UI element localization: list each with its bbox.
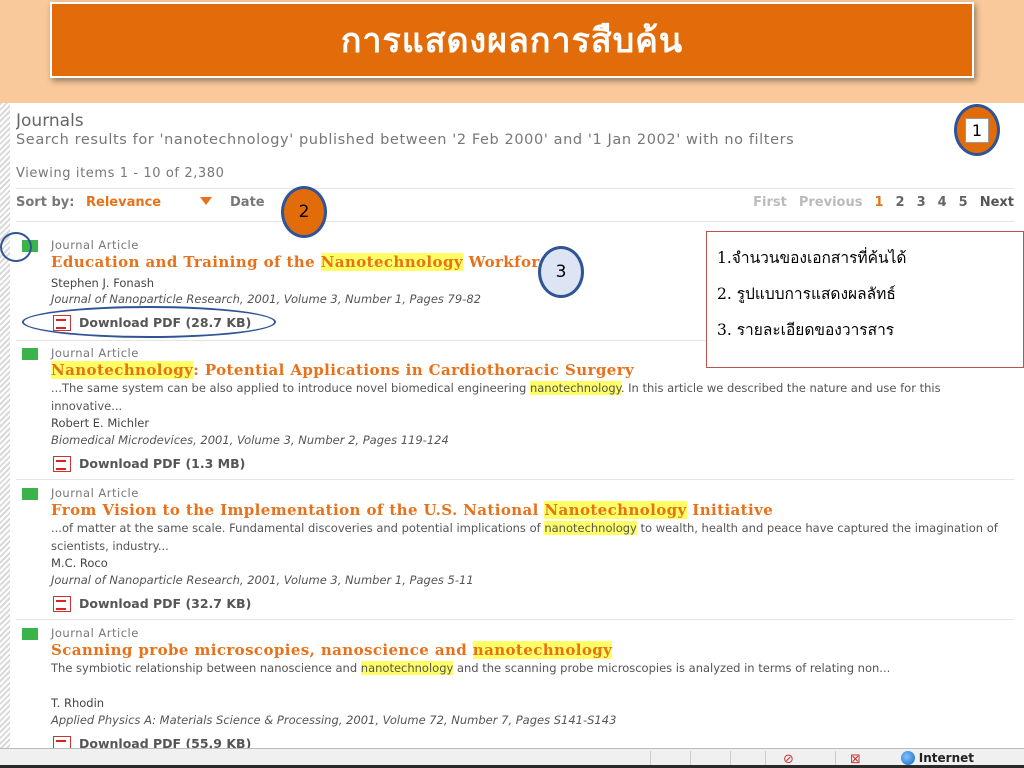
sort-down-arrow-icon[interactable]	[200, 197, 212, 205]
result-author: M.C. Roco	[51, 556, 108, 570]
download-pdf-link[interactable]: Download PDF (55.9 KB)	[51, 735, 251, 748]
title-highlight: nanotechnology	[472, 641, 613, 659]
sort-label: Sort by:	[16, 195, 75, 210]
result-title-link[interactable]: From Vision to the Implementation of the…	[51, 501, 773, 519]
sort-relevance-link[interactable]: Relevance	[86, 195, 161, 210]
result-count: Viewing items 1 - 10 of 2,380	[16, 166, 225, 181]
download-pdf-link[interactable]: Download PDF (1.3 MB)	[51, 455, 246, 472]
divider	[16, 188, 1014, 189]
browser-viewport: Journals Search results for 'nanotechnol…	[0, 103, 1024, 768]
pagination: First Previous 1 2 3 4 5 Next	[753, 195, 1014, 210]
result-author: T. Rhodin	[51, 696, 105, 710]
snippet-highlight: nanotechnology	[544, 521, 637, 535]
result-type: Journal Article	[51, 626, 139, 640]
annotation-ring-marker	[0, 232, 32, 262]
search-description: Search results for 'nanotechnology' publ…	[16, 132, 795, 148]
result-marker-icon	[22, 628, 38, 640]
badge-number: 3	[555, 262, 567, 282]
result-journal: Biomedical Microdevices, 2001, Volume 3,…	[51, 433, 449, 447]
pager-first[interactable]: First	[753, 195, 787, 210]
result-title-link[interactable]: Nanotechnology: Potential Applications i…	[51, 361, 634, 379]
result-marker-icon	[22, 348, 38, 360]
result-snippet: ...The same system can be also applied t…	[51, 379, 1001, 415]
badge-number: 2	[298, 202, 310, 222]
divider	[16, 221, 1014, 222]
pdf-icon	[51, 595, 73, 612]
pager-page-1[interactable]: 1	[874, 195, 883, 210]
download-pdf-label: Download PDF (32.7 KB)	[79, 595, 252, 611]
pager-page-3[interactable]: 3	[917, 195, 926, 210]
slide-title: การแสดงผลการสืบค้น	[340, 21, 684, 61]
snippet-text: The symbiotic relationship between nanos…	[51, 661, 361, 675]
pager-page-5[interactable]: 5	[959, 195, 968, 210]
result-snippet: The symbiotic relationship between nanos…	[51, 659, 1001, 677]
pdf-icon	[51, 455, 73, 472]
legend-item: 1.จำนวนของเอกสารที่ค้นได้	[717, 249, 907, 267]
security-zone[interactable]: Internet	[900, 751, 974, 765]
snippet-highlight: nanotechnology	[360, 661, 454, 675]
legend-box: 1.จำนวนของเอกสารที่ค้นได้ 2. รูปแบบการแส…	[706, 231, 1024, 368]
result-title-link[interactable]: Scanning probe microscopies, nanoscience…	[51, 641, 613, 659]
divider	[16, 619, 1014, 620]
snippet-text: and the scanning probe microscopies is a…	[453, 661, 891, 675]
pager-next[interactable]: Next	[980, 195, 1014, 210]
sort-bar: Sort by: Relevance Date First Previous 1…	[16, 195, 1014, 215]
result-author: Robert E. Michler	[51, 416, 150, 430]
title-text: Scanning probe microscopies, nanoscience…	[51, 641, 473, 659]
download-pdf-link[interactable]: Download PDF (32.7 KB)	[51, 595, 252, 612]
download-pdf-label: Download PDF (55.9 KB)	[79, 735, 252, 749]
result-journal: Journal of Nanoparticle Research, 2001, …	[51, 292, 481, 306]
result-title-link[interactable]: Education and Training of the Nanotechno…	[51, 253, 559, 271]
divider	[16, 479, 1014, 480]
title-text: Education and Training of the	[51, 253, 321, 271]
title-text: : Potential Applications in Cardiothorac…	[193, 361, 635, 379]
search-results-page: Journals Search results for 'nanotechnol…	[16, 103, 1024, 748]
download-pdf-label: Download PDF (1.3 MB)	[79, 455, 246, 471]
snippet-text: ...of matter at the same scale. Fundamen…	[51, 521, 545, 535]
result-type: Journal Article	[51, 346, 139, 360]
result-type: Journal Article	[51, 238, 139, 252]
slide-title-bar: การแสดงผลการสืบค้น	[50, 2, 974, 78]
title-highlight: Nanotechnology	[51, 361, 194, 379]
legend-item: 2. รูปแบบการแสดงผลลัทธ์	[717, 285, 896, 303]
zone-label: Internet	[918, 751, 974, 765]
badge-number: 1	[964, 117, 990, 143]
left-rail	[0, 103, 10, 768]
annotation-badge-1: 1	[954, 104, 1000, 156]
globe-icon	[900, 751, 915, 765]
snippet-highlight: nanotechnology	[529, 381, 621, 395]
result-journal: Applied Physics A: Materials Science & P…	[51, 713, 617, 727]
pager-previous[interactable]: Previous	[799, 195, 863, 210]
title-highlight: Nanotechnology	[544, 501, 687, 519]
pager-page-2[interactable]: 2	[896, 195, 905, 210]
result-author: Stephen J. Fonash	[51, 276, 155, 290]
annotation-badge-2: 2	[281, 186, 327, 238]
result-journal: Journal of Nanoparticle Research, 2001, …	[51, 573, 474, 587]
annotation-badge-3: 3	[538, 246, 584, 298]
annotation-ring-pdf	[22, 306, 276, 338]
result-type: Journal Article	[51, 486, 139, 500]
result-marker-icon	[22, 488, 38, 500]
snippet-text: ...The same system can be also applied t…	[51, 381, 530, 395]
sort-date-link[interactable]: Date	[230, 195, 265, 210]
pdf-icon	[51, 735, 73, 748]
title-highlight: Nanotechnology	[320, 253, 463, 271]
page-heading: Journals	[16, 111, 84, 131]
title-text: From Vision to the Implementation of the…	[51, 501, 545, 519]
pager-page-4[interactable]: 4	[938, 195, 947, 210]
result-snippet: ...of matter at the same scale. Fundamen…	[51, 519, 1001, 555]
legend-item: 3. รายละเอียดของวารสาร	[717, 321, 895, 339]
title-text: Initiative	[686, 501, 774, 519]
